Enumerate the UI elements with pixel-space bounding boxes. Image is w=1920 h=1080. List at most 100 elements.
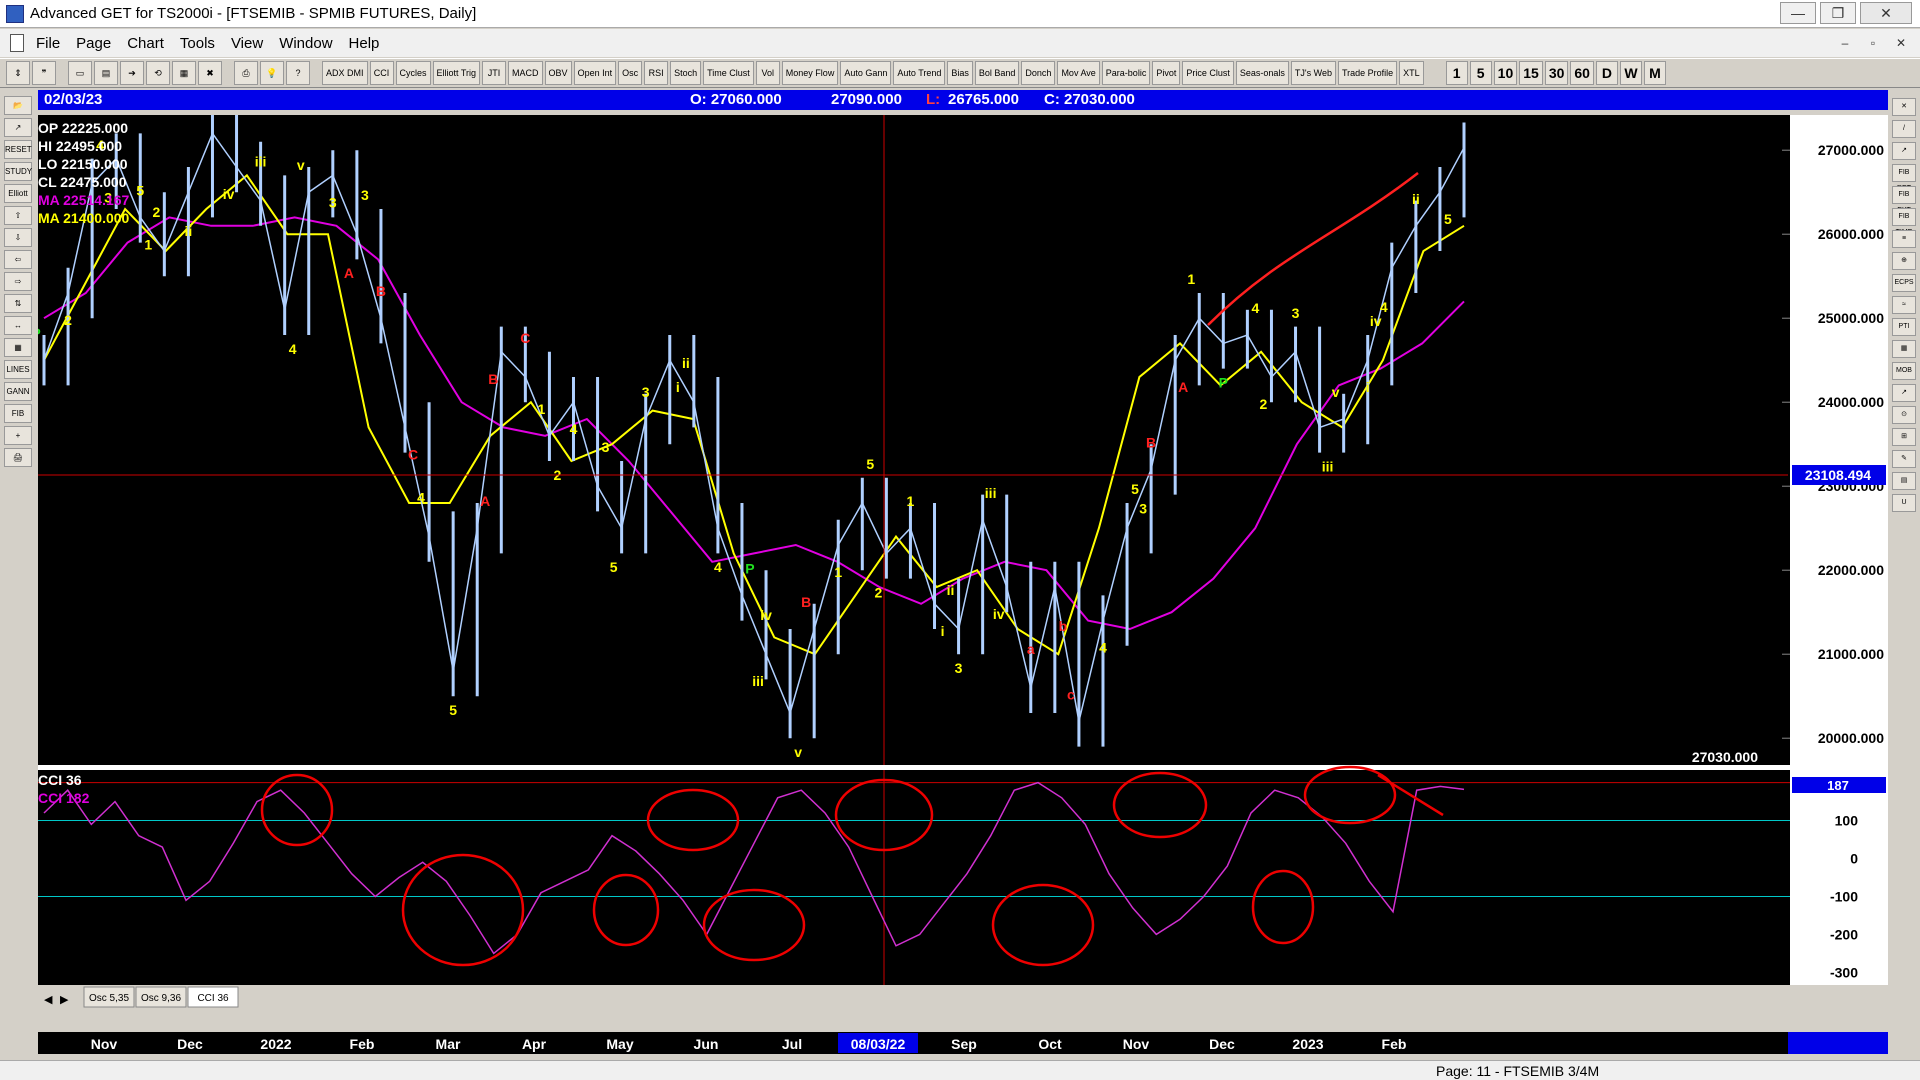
study-button-auto-trend[interactable]: Auto Trend	[893, 61, 946, 85]
help-icon[interactable]: ?	[286, 61, 310, 85]
menu-tools[interactable]: Tools	[180, 35, 215, 52]
period-button-60[interactable]: 60	[1570, 61, 1594, 85]
tab-label[interactable]: Osc 5,35	[89, 993, 129, 1004]
right-tool-11[interactable]: ▦	[1892, 340, 1916, 358]
study-button-auto-gann[interactable]: Auto Gann	[840, 61, 892, 85]
right-tool-0[interactable]: ✕	[1892, 98, 1916, 116]
period-button-m[interactable]: M	[1643, 61, 1666, 85]
tab-label[interactable]: CCI 36	[197, 993, 229, 1004]
tab-label[interactable]: Osc 9,36	[141, 993, 181, 1004]
right-tool-5[interactable]: FIB TIME	[1892, 208, 1916, 236]
left-tool-8[interactable]: ⇨	[4, 272, 32, 291]
left-tool-16[interactable]: 🖨	[4, 448, 32, 467]
left-tool-6[interactable]: ⇩	[4, 228, 32, 247]
study-button-elliott-trig[interactable]: Elliott Trig	[432, 61, 481, 85]
left-tool-0[interactable]: 📂	[4, 96, 32, 115]
study-button-adx-dmi[interactable]: ADX DMI	[322, 61, 368, 85]
left-tool-14[interactable]: FIB	[4, 404, 32, 423]
study-button-cycles[interactable]: Cycles	[395, 61, 431, 85]
left-tool-2[interactable]: RESET	[4, 140, 32, 159]
menu-chart[interactable]: Chart	[127, 35, 164, 52]
new-page-icon[interactable]: ▭	[68, 61, 92, 85]
study-button-stoch[interactable]: Stoch	[670, 61, 702, 85]
close-button[interactable]: ✕	[1860, 2, 1912, 24]
study-button-money-flow[interactable]: Money Flow	[781, 61, 839, 85]
left-tool-9[interactable]: ⇅	[4, 294, 32, 313]
right-tool-3[interactable]: FIB RET	[1892, 164, 1916, 192]
next-icon[interactable]: ➔	[120, 61, 144, 85]
study-button-seas-onals[interactable]: Seas-onals	[1235, 61, 1289, 85]
mdi-minimize-button[interactable]: –	[1834, 33, 1856, 53]
right-tool-13[interactable]: ↗	[1892, 384, 1916, 402]
study-button-jti[interactable]: JTI	[482, 61, 507, 85]
period-button-w[interactable]: W	[1619, 61, 1642, 85]
study-button-time-clust[interactable]: Time Clust	[703, 61, 754, 85]
back-icon[interactable]: ⟲	[146, 61, 170, 85]
left-tool-13[interactable]: GANN	[4, 382, 32, 401]
mdi-close-button[interactable]: ✕	[1890, 33, 1912, 53]
right-tool-7[interactable]: ⊕	[1892, 252, 1916, 270]
study-button-rsi[interactable]: RSI	[644, 61, 669, 85]
grid-icon[interactable]: ▦	[172, 61, 196, 85]
study-button-trade-profile[interactable]: Trade Profile	[1337, 61, 1398, 85]
menu-file[interactable]: File	[36, 35, 60, 52]
right-tool-4[interactable]: FIB EXT	[1892, 186, 1916, 214]
study-button-bol-band[interactable]: Bol Band	[974, 61, 1020, 85]
open-icon[interactable]: ▤	[94, 61, 118, 85]
right-tool-15[interactable]: ⊞	[1892, 428, 1916, 446]
mdi-restore-button[interactable]: ▫	[1862, 33, 1884, 53]
right-tool-12[interactable]: MOB	[1892, 362, 1916, 380]
study-button-pivot[interactable]: Pivot	[1152, 61, 1181, 85]
study-button-donch[interactable]: Donch	[1021, 61, 1056, 85]
right-tool-17[interactable]: ▤	[1892, 472, 1916, 490]
study-button-tj-s-web[interactable]: TJ's Web	[1290, 61, 1336, 85]
right-tool-10[interactable]: PTI	[1892, 318, 1916, 336]
quote-icon[interactable]: ❞	[32, 61, 56, 85]
study-button-para-bolic[interactable]: Para-bolic	[1101, 61, 1151, 85]
menu-page[interactable]: Page	[76, 35, 111, 52]
menu-help[interactable]: Help	[349, 35, 380, 52]
right-tool-6[interactable]: ≡	[1892, 230, 1916, 248]
study-button-price-clust[interactable]: Price Clust	[1182, 61, 1234, 85]
period-button-10[interactable]: 10	[1493, 61, 1518, 85]
right-tool-2[interactable]: ↗	[1892, 142, 1916, 160]
right-tool-9[interactable]: ≈	[1892, 296, 1916, 314]
left-tool-15[interactable]: +	[4, 426, 32, 445]
minimize-button[interactable]: —	[1780, 2, 1816, 24]
study-button-osc[interactable]: Osc	[618, 61, 643, 85]
right-tool-16[interactable]: ✎	[1892, 450, 1916, 468]
left-tool-10[interactable]: ↔	[4, 316, 32, 335]
price-chart[interactable]: P243512iiiiviii4v33ABC45ABC214353iii4Pii…	[31, 98, 1888, 1010]
left-tool-7[interactable]: ⇦	[4, 250, 32, 269]
bulb-icon[interactable]: 💡	[260, 61, 284, 85]
delete-icon[interactable]: ✖	[198, 61, 222, 85]
right-tool-8[interactable]: ECPS	[1892, 274, 1916, 292]
study-button-obv[interactable]: OBV	[544, 61, 572, 85]
pointer-icon[interactable]: ⇕	[6, 61, 30, 85]
period-button-1[interactable]: 1	[1445, 61, 1468, 85]
period-button-5[interactable]: 5	[1469, 61, 1492, 85]
period-button-d[interactable]: D	[1595, 61, 1618, 85]
left-tool-3[interactable]: STUDY	[4, 162, 32, 181]
study-button-mov-ave[interactable]: Mov Ave	[1057, 61, 1100, 85]
study-button-vol[interactable]: Vol	[755, 61, 780, 85]
period-button-30[interactable]: 30	[1544, 61, 1569, 85]
left-tool-12[interactable]: LINES	[4, 360, 32, 379]
document-icon[interactable]	[10, 34, 24, 52]
menu-view[interactable]: View	[231, 35, 263, 52]
chart-area[interactable]: P243512iiiiviii4v33ABC45ABC214353iii4Pii…	[31, 98, 1888, 1010]
maximize-button[interactable]: ❐	[1820, 2, 1856, 24]
menu-window[interactable]: Window	[279, 35, 332, 52]
left-tool-1[interactable]: ↗	[4, 118, 32, 137]
left-tool-11[interactable]: ▦	[4, 338, 32, 357]
right-tool-1[interactable]: /	[1892, 120, 1916, 138]
left-tool-4[interactable]: Elliott	[4, 184, 32, 203]
tab-nav-left[interactable]: ◀	[44, 994, 53, 1006]
study-button-cci[interactable]: CCI	[369, 61, 394, 85]
study-button-bias[interactable]: Bias	[947, 61, 973, 85]
right-tool-18[interactable]: U	[1892, 494, 1916, 512]
tab-nav-right[interactable]: ▶	[60, 994, 69, 1006]
left-tool-5[interactable]: ⇧	[4, 206, 32, 225]
right-tool-14[interactable]: ⊙	[1892, 406, 1916, 424]
period-button-15[interactable]: 15	[1519, 61, 1543, 85]
